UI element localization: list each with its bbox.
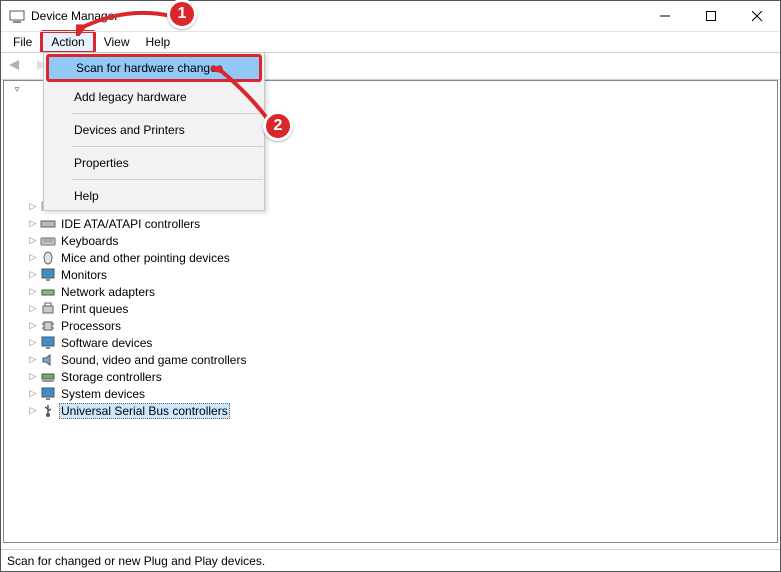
chevron-right-icon[interactable]: ▷ [26,337,40,348]
tree-item-label: Processors [59,319,123,333]
menu-separator [72,179,263,180]
tree-item[interactable]: ▷ IDE ATA/ATAPI controllers [8,215,777,232]
chevron-right-icon[interactable]: ▷ [26,252,40,263]
menu-help[interactable]: Help [44,182,264,210]
window-title: Device Manager [31,9,118,23]
status-text: Scan for changed or new Plug and Play de… [7,554,265,568]
network-icon [40,284,56,300]
ide-icon [40,216,56,232]
annotation-callout-2: 2 [263,111,293,141]
statusbar: Scan for changed or new Plug and Play de… [1,549,780,571]
tree-item-label: Universal Serial Bus controllers [59,403,230,419]
menu-scan-hardware[interactable]: Scan for hardware changes [46,54,262,82]
menu-file[interactable]: File [5,33,40,51]
minimize-button[interactable] [642,1,688,31]
storage-icon [40,369,56,385]
chevron-right-icon[interactable]: ▷ [26,388,40,399]
sound-icon [40,352,56,368]
chevron-right-icon[interactable]: ▷ [26,371,40,382]
chevron-right-icon[interactable]: ▷ [26,303,40,314]
tree-item[interactable]: ▷ Print queues [8,300,777,317]
menu-separator [72,113,263,114]
tree-item-label: Monitors [59,268,109,282]
tree-item[interactable]: ▷ Storage controllers [8,368,777,385]
close-button[interactable] [734,1,780,31]
tree-item-label: Storage controllers [59,370,164,384]
chevron-down-icon[interactable]: ▿ [10,84,24,95]
tree-item[interactable]: ▷ Keyboards [8,232,777,249]
menu-properties[interactable]: Properties [44,149,264,177]
chevron-right-icon[interactable]: ▷ [26,286,40,297]
tree-item-label: IDE ATA/ATAPI controllers [59,217,202,231]
tree-item[interactable]: ▷ Monitors [8,266,777,283]
tree-item[interactable]: ▷ Network adapters [8,283,777,300]
tree-item-label: Software devices [59,336,154,350]
tree-item[interactable]: ▷ Sound, video and game controllers [8,351,777,368]
action-menu-dropdown: Scan for hardware changes Add legacy har… [43,52,265,211]
chevron-right-icon[interactable]: ▷ [26,269,40,280]
chevron-right-icon[interactable]: ▷ [26,354,40,365]
menu-separator [72,146,263,147]
tree-item[interactable]: ▷ Software devices [8,334,777,351]
tree-item-label: System devices [59,387,147,401]
tree-item[interactable]: ▷ Mice and other pointing devices [8,249,777,266]
software-icon [40,335,56,351]
menu-devices-printers[interactable]: Devices and Printers [44,116,264,144]
tree-item[interactable]: ▷ Processors [8,317,777,334]
printer-icon [40,301,56,317]
keyboard-icon [40,233,56,249]
menubar: File Action View Help [1,32,780,52]
chevron-right-icon[interactable]: ▷ [26,235,40,246]
system-icon [40,386,56,402]
chevron-right-icon[interactable]: ▷ [26,405,40,416]
menu-help[interactable]: Help [138,33,179,51]
tree-item-label: Keyboards [59,234,120,248]
menu-action[interactable]: Action [40,30,95,54]
processor-icon [40,318,56,334]
tree-item[interactable]: ▷ System devices [8,385,777,402]
usb-icon [40,403,56,419]
device-manager-icon [9,8,25,24]
chevron-right-icon[interactable]: ▷ [26,320,40,331]
titlebar: Device Manager [1,1,780,32]
back-icon[interactable] [5,57,25,76]
window-controls [642,1,780,31]
tree-item-label: Print queues [59,302,130,316]
tree-item-label: Mice and other pointing devices [59,251,232,265]
tree-item[interactable]: ▷ Universal Serial Bus controllers [8,402,777,419]
menu-view[interactable]: View [96,33,138,51]
mouse-icon [40,250,56,266]
monitor-icon [40,267,56,283]
tree-item-label: Network adapters [59,285,157,299]
chevron-right-icon[interactable]: ▷ [26,201,40,212]
tree-item-label: Sound, video and game controllers [59,353,248,367]
maximize-button[interactable] [688,1,734,31]
annotation-callout-1: 1 [167,0,197,29]
chevron-right-icon[interactable]: ▷ [26,218,40,229]
menu-add-legacy[interactable]: Add legacy hardware [44,83,264,111]
